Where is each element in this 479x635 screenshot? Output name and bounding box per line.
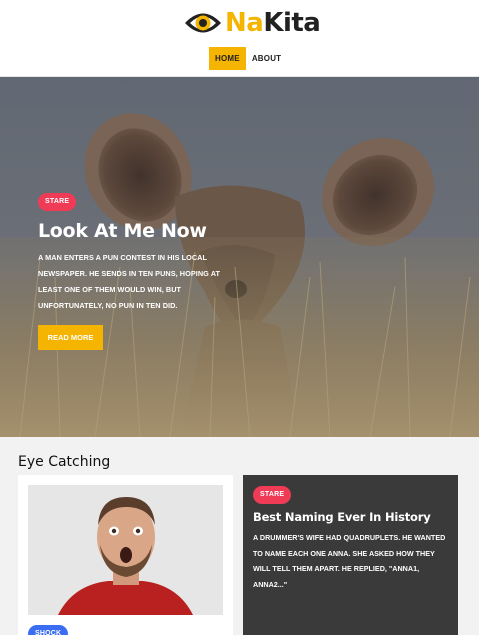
nav-item-home[interactable]: HOME xyxy=(209,47,246,70)
surprised-man-image[interactable] xyxy=(28,485,223,615)
site-header: NaKita HOME ABOUT xyxy=(0,0,479,77)
hero-excerpt: A man enters a pun contest in his local … xyxy=(38,253,220,310)
post-card-shock[interactable]: SHOCK xyxy=(18,475,233,635)
nav-item-about[interactable]: ABOUT xyxy=(246,47,287,70)
card-excerpt: A drummer's wife had quadruplets. He wan… xyxy=(253,533,446,589)
hero-category-badge[interactable]: STARE xyxy=(38,193,77,211)
read-more-button[interactable]: READ MORE xyxy=(38,325,103,350)
logo-text-part1: Na xyxy=(225,8,264,38)
hero-content: STARE Look At Me Now A man enters a pun … xyxy=(38,190,248,350)
card-title[interactable]: Best Naming Ever In History xyxy=(253,510,453,524)
logo-text: NaKita xyxy=(225,8,321,38)
logo-text-part2: Kita xyxy=(263,8,321,38)
section-title: Eye Catching xyxy=(18,454,111,470)
hero-banner: STARE Look At Me Now A man enters a pun … xyxy=(0,77,479,437)
card-category-badge[interactable]: SHOCK xyxy=(28,625,69,635)
eye-icon xyxy=(185,13,221,33)
site-logo[interactable]: NaKita xyxy=(183,6,321,40)
card-category-badge[interactable]: STARE xyxy=(253,486,292,504)
main-nav: HOME ABOUT xyxy=(209,47,287,70)
hero-title[interactable]: Look At Me Now xyxy=(38,220,248,242)
post-card-stare[interactable]: STARE Best Naming Ever In History A drum… xyxy=(243,475,458,635)
